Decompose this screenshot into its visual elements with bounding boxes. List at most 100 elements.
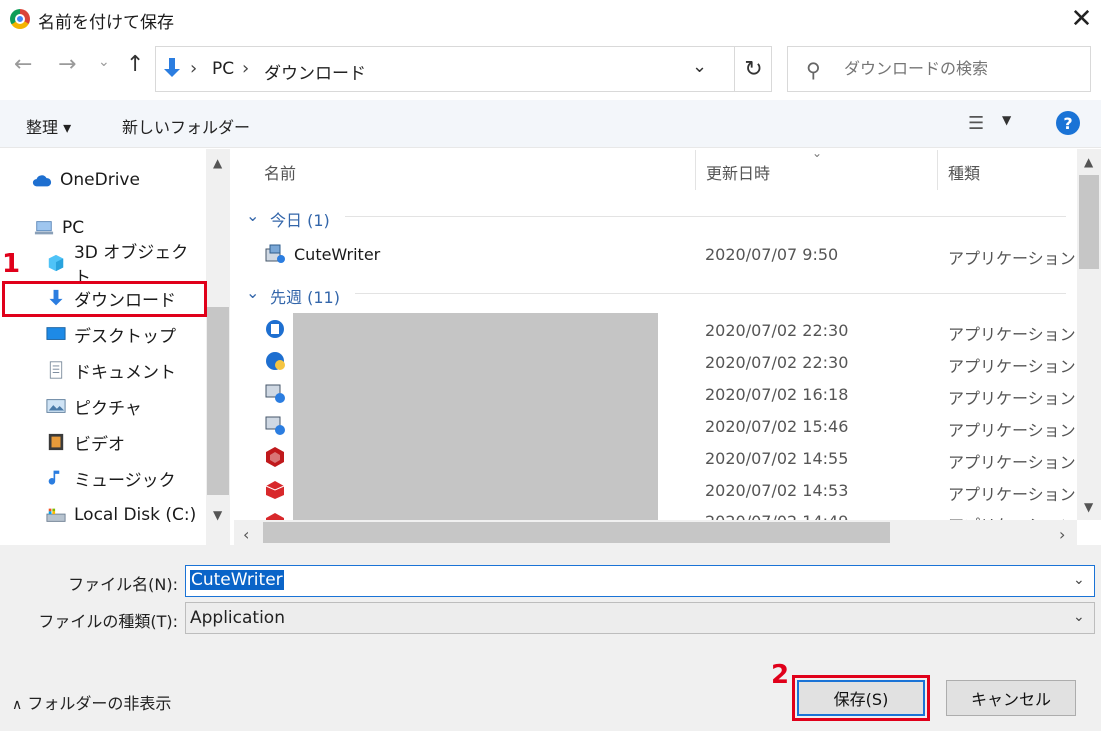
new-folder-button[interactable]: 新しいフォルダー (122, 114, 250, 138)
breadcrumb-separator-icon: › (190, 58, 198, 79)
back-button[interactable]: ← (14, 52, 32, 77)
sidebar-item-pictures[interactable]: ピクチャ (0, 389, 205, 423)
file-name: CuteWriter (294, 245, 381, 264)
chevron-down-icon[interactable]: ⌄ (692, 56, 707, 77)
file-type: アプリケーション (948, 421, 1076, 440)
highlight-box (2, 281, 207, 317)
sidebar-item-label: ピクチャ (74, 398, 142, 419)
table-row[interactable]: CuteWriter 2020/07/07 9:50 アプリケーション (234, 240, 1077, 270)
view-options-icon[interactable]: ☰ (968, 113, 984, 134)
sidebar-item-label: デスクトップ (74, 326, 176, 347)
disk-icon (46, 508, 66, 522)
breadcrumb-pc[interactable]: PC (212, 59, 234, 79)
package-icon (266, 513, 284, 520)
column-divider (937, 150, 938, 190)
group-divider (355, 293, 1066, 294)
search-box[interactable]: ⚲ (787, 46, 1091, 92)
cube-icon (48, 254, 64, 272)
package-icon (266, 447, 284, 467)
sidebar-item-local-disk[interactable]: Local Disk (C:) (0, 498, 205, 532)
search-icon: ⚲ (806, 58, 821, 82)
scroll-down-icon[interactable]: ▼ (1084, 500, 1093, 514)
installer-icon (265, 384, 285, 403)
sort-chevron-icon: ⌄ (812, 146, 823, 160)
search-input[interactable] (844, 59, 1084, 78)
music-icon (48, 470, 60, 485)
chevron-down-icon[interactable]: ⌄ (1073, 609, 1085, 625)
refresh-button[interactable]: ↻ (734, 47, 772, 91)
column-header-type[interactable]: 種類 (948, 160, 980, 184)
title-bar: 名前を付けて保存 ✕ (0, 0, 1101, 38)
scroll-down-icon[interactable]: ▼ (213, 508, 222, 522)
chevron-down-icon[interactable]: ⌄ (246, 283, 259, 302)
computer-icon (34, 221, 54, 235)
list-scrollbar-thumb[interactable] (1079, 175, 1099, 269)
scroll-left-icon[interactable]: ‹ (243, 525, 249, 544)
filetype-label: ファイルの種類(T): (38, 612, 178, 631)
group-divider (345, 216, 1066, 217)
sidebar-item-videos[interactable]: ビデオ (0, 425, 205, 459)
chrome-icon (10, 9, 30, 29)
chevron-down-icon[interactable]: ⌄ (1073, 572, 1085, 588)
save-button[interactable]: 保存(S) (797, 680, 925, 716)
file-date: 2020/07/02 14:53 (705, 481, 849, 500)
group-header-last-week[interactable]: 先週 (11) (270, 284, 340, 308)
document-icon (49, 361, 63, 379)
scroll-up-icon[interactable]: ▲ (213, 156, 222, 170)
redacted-names (293, 313, 658, 520)
sidebar-item-desktop[interactable]: デスクトップ (0, 317, 205, 351)
desktop-icon (46, 327, 66, 340)
column-header-name[interactable]: 名前 (264, 160, 296, 184)
breadcrumb-downloads[interactable]: ダウンロード (264, 59, 366, 84)
scroll-right-icon[interactable]: › (1059, 525, 1065, 544)
sidebar-item-music[interactable]: ミュージック (0, 461, 205, 495)
file-date: 2020/07/02 15:46 (705, 417, 849, 436)
filename-label: ファイル名(N): (68, 575, 178, 594)
recent-locations-button[interactable]: ⌄ (98, 54, 110, 70)
filetype-select[interactable]: Application ⌄ (185, 602, 1095, 634)
scroll-up-icon[interactable]: ▲ (1084, 155, 1093, 169)
step-number: 2 (771, 660, 790, 690)
sidebar-item-3d-objects[interactable]: 3D オブジェクト (0, 243, 205, 288)
chevron-down-icon[interactable]: ⌄ (246, 206, 259, 225)
filename-field[interactable]: CuteWriter ⌄ (185, 565, 1095, 597)
navigation-pane: OneDrive PC 3D オブジェクト ダウンロード デスクトップ ドキュメ… (0, 149, 232, 545)
window-title: 名前を付けて保存 (38, 13, 174, 33)
group-header-today[interactable]: 今日 (1) (270, 207, 330, 231)
address-bar[interactable]: › PC › ダウンロード ⌄ ↻ (155, 46, 772, 92)
cancel-button[interactable]: キャンセル (946, 680, 1076, 716)
package-icon (265, 481, 285, 499)
filetype-value: Application (190, 608, 285, 628)
sidebar-item-label: ミュージック (74, 470, 176, 491)
column-header-date[interactable]: 更新日時 (706, 160, 770, 184)
picture-icon (46, 399, 66, 413)
chevron-up-icon: ∧ (12, 697, 23, 713)
app-icon (266, 320, 284, 338)
caret-down-icon[interactable]: ▼ (1002, 113, 1011, 127)
sidebar-item-label: ビデオ (74, 434, 125, 455)
sidebar-item-documents[interactable]: ドキュメント (0, 353, 205, 387)
close-button[interactable]: ✕ (1062, 0, 1101, 38)
download-arrow-icon (164, 58, 180, 77)
list-horizontal-scrollbar-thumb[interactable] (263, 522, 890, 543)
file-type: アプリケーション (948, 485, 1076, 504)
sidebar-item-onedrive[interactable]: OneDrive (0, 163, 205, 197)
sidebar-scrollbar-thumb[interactable] (207, 307, 229, 495)
filename-value[interactable]: CuteWriter (190, 570, 284, 590)
installer-icon (265, 416, 285, 435)
file-type: アプリケーション (948, 453, 1076, 472)
forward-button[interactable]: → (58, 52, 76, 77)
file-type: アプリケーション (948, 512, 1076, 520)
hide-folders-label: フォルダーの非表示 (27, 694, 172, 713)
organize-button[interactable]: 整理 ▾ (26, 114, 71, 138)
file-date: 2020/07/02 22:30 (705, 321, 849, 340)
app-icon (266, 352, 285, 370)
file-date: 2020/07/02 22:30 (705, 353, 849, 372)
sidebar-item-label: OneDrive (60, 170, 140, 190)
file-date: 2020/07/02 16:18 (705, 385, 849, 404)
up-button[interactable]: ↑ (126, 52, 144, 77)
sidebar-item-label: PC (62, 218, 85, 238)
hide-folders-toggle[interactable]: ∧ フォルダーの非表示 (12, 690, 171, 714)
help-button[interactable]: ? (1056, 111, 1080, 135)
file-type: アプリケーション (948, 357, 1076, 376)
